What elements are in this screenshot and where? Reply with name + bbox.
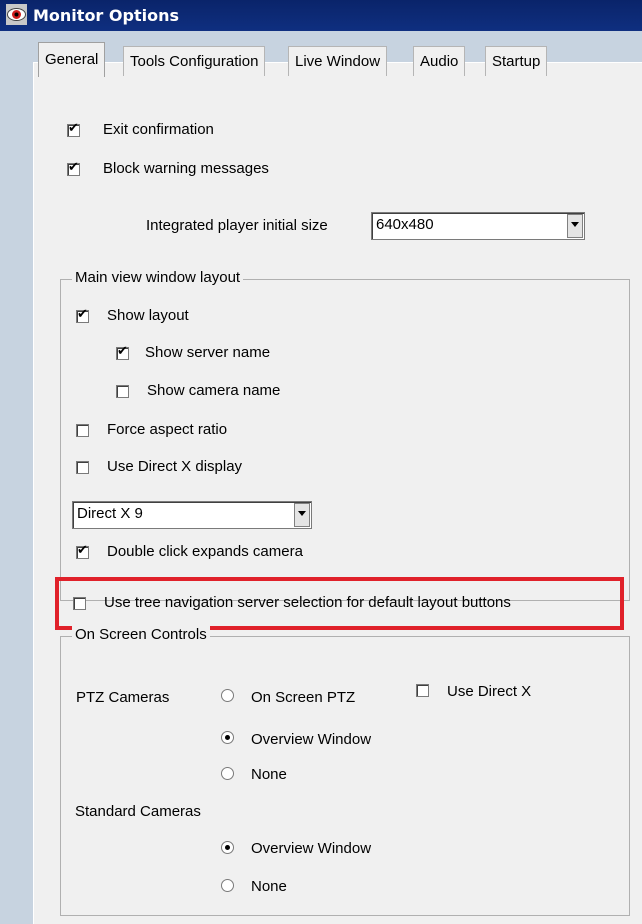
use-directx-label: Use Direct X xyxy=(447,683,532,700)
title-bar: Monitor Options xyxy=(0,0,642,31)
double-click-label: Double click expands camera xyxy=(107,543,303,560)
player-size-label: Integrated player initial size xyxy=(146,217,328,234)
exit-confirmation-label: Exit confirmation xyxy=(103,121,214,138)
ptz-on-screen-label: On Screen PTZ xyxy=(251,689,356,706)
ptz-overview-radio[interactable] xyxy=(221,731,234,744)
directx-version-value: Direct X 9 xyxy=(77,505,143,522)
use-directx-display-label: Use Direct X display xyxy=(107,458,243,475)
ptz-none-label: None xyxy=(251,766,287,783)
tab-audio[interactable]: Audio xyxy=(413,46,466,76)
std-overview-label: Overview Window xyxy=(251,840,372,857)
on-screen-controls-title: On Screen Controls xyxy=(72,626,210,643)
ptz-overview-label: Overview Window xyxy=(251,731,372,748)
chevron-down-icon[interactable] xyxy=(294,503,310,527)
ptz-cameras-label: PTZ Cameras xyxy=(76,689,170,706)
std-none-label: None xyxy=(251,878,287,895)
show-server-name-checkbox[interactable] xyxy=(116,344,129,360)
directx-version-select[interactable]: Direct X 9 xyxy=(72,501,312,529)
show-server-name-label: Show server name xyxy=(145,344,271,361)
block-warning-checkbox[interactable] xyxy=(67,160,80,176)
show-layout-checkbox[interactable] xyxy=(76,307,89,323)
tab-live-window[interactable]: Live Window xyxy=(288,46,388,76)
main-view-group-title: Main view window layout xyxy=(72,269,244,286)
tab-startup[interactable]: Startup xyxy=(485,46,548,76)
force-aspect-ratio-checkbox[interactable] xyxy=(76,424,89,437)
app-eye-icon xyxy=(6,4,27,25)
ptz-on-screen-radio[interactable] xyxy=(221,689,234,702)
use-directx-display-checkbox[interactable] xyxy=(76,461,89,474)
use-directx-checkbox[interactable] xyxy=(416,684,429,697)
tab-general[interactable]: General xyxy=(38,42,106,77)
force-aspect-ratio-label: Force aspect ratio xyxy=(107,421,228,438)
player-size-select[interactable]: 640x480 xyxy=(371,212,585,240)
exit-confirmation-checkbox[interactable] xyxy=(67,121,80,137)
on-screen-controls-group xyxy=(60,636,630,916)
block-warning-label: Block warning messages xyxy=(103,160,269,177)
player-size-value: 640x480 xyxy=(376,216,434,233)
chevron-down-icon[interactable] xyxy=(567,214,583,238)
tree-navigation-checkbox[interactable] xyxy=(73,597,86,610)
std-overview-radio[interactable] xyxy=(221,841,234,854)
standard-cameras-label: Standard Cameras xyxy=(75,803,201,820)
show-camera-name-checkbox[interactable] xyxy=(116,385,129,398)
show-layout-label: Show layout xyxy=(107,307,189,324)
ptz-none-radio[interactable] xyxy=(221,767,234,780)
tab-tools-configuration[interactable]: Tools Configuration xyxy=(123,46,266,76)
std-none-radio[interactable] xyxy=(221,879,234,892)
tree-navigation-label: Use tree navigation server selection for… xyxy=(104,594,511,611)
window-title: Monitor Options xyxy=(33,6,179,25)
show-camera-name-label: Show camera name xyxy=(147,382,281,399)
double-click-checkbox[interactable] xyxy=(76,543,89,559)
